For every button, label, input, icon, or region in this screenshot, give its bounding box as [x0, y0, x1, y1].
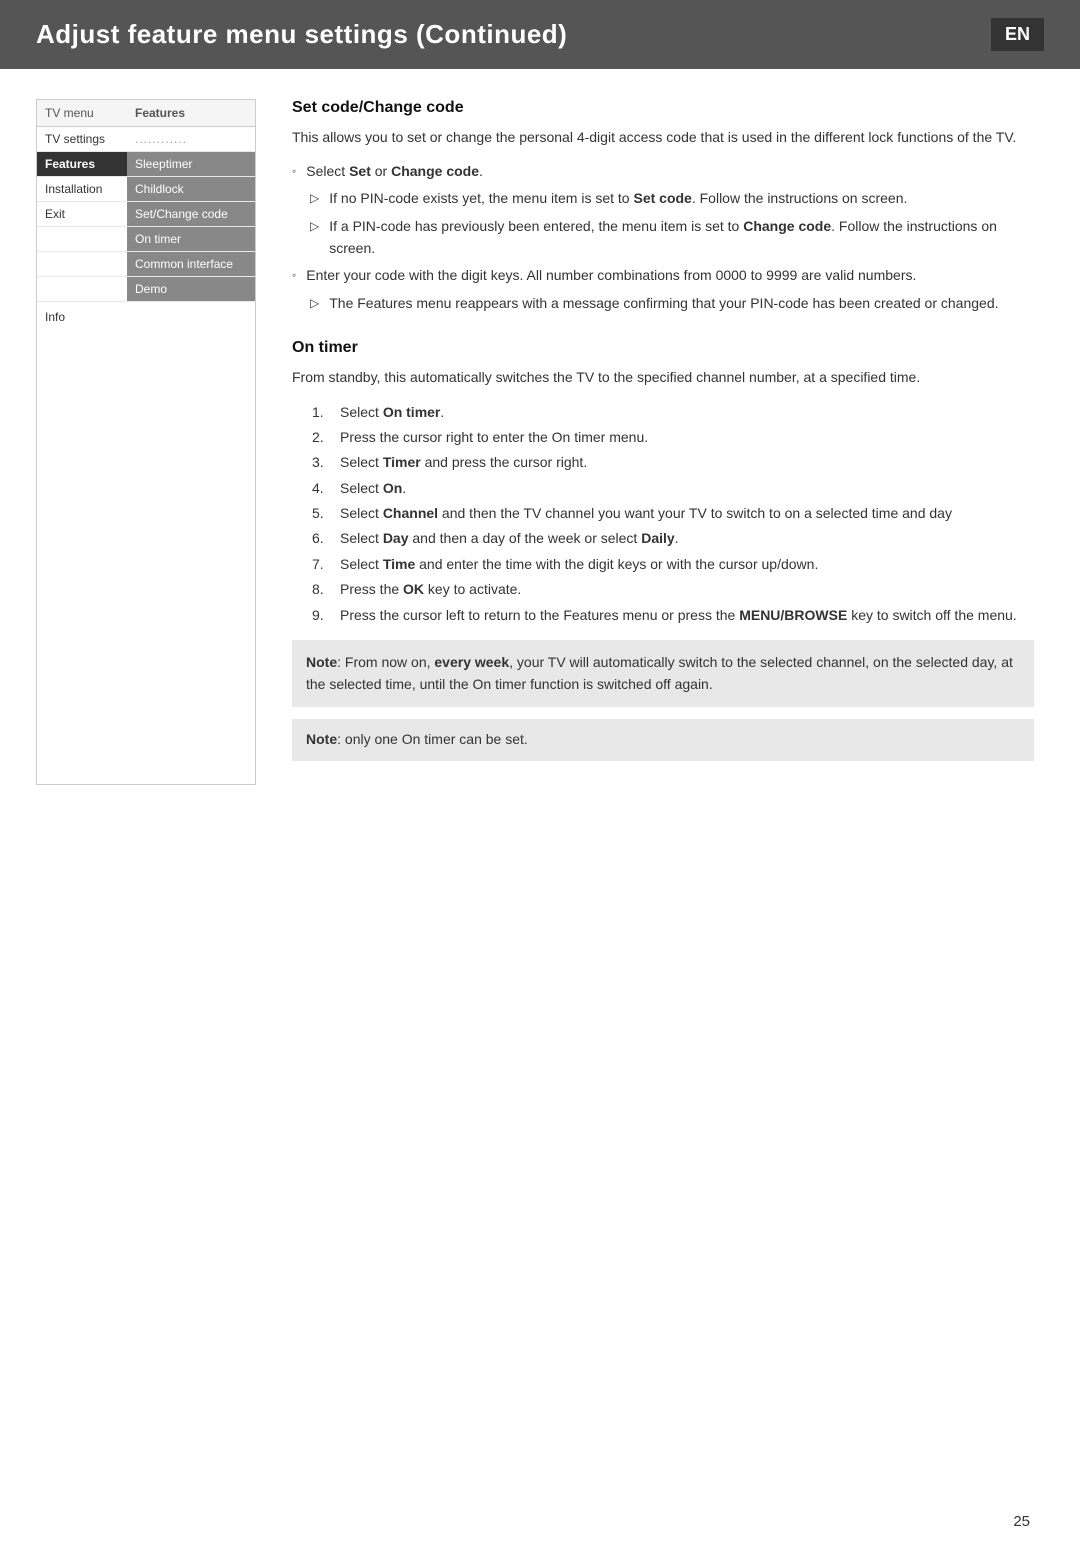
- menu-left-tv-settings: TV settings: [37, 127, 127, 151]
- on-timer-note1: Note: From now on, every week, your TV w…: [292, 640, 1034, 707]
- on-timer-step-1: 1.Select On timer.: [312, 401, 1034, 423]
- menu-header: TV menu Features: [37, 100, 255, 127]
- menu-right-demo: Demo: [127, 277, 255, 301]
- on-timer-intro: From standby, this automatically switche…: [292, 367, 1034, 389]
- menu-row-installation[interactable]: Installation Childlock: [37, 177, 255, 202]
- set-code-arrow2: ▷ If a PIN-code has previously been ente…: [292, 216, 1034, 259]
- menu-right-sleeptimer: Sleeptimer: [127, 152, 255, 176]
- set-code-bullet2: ◦ Enter your code with the digit keys. A…: [292, 265, 1034, 287]
- page-title: Adjust feature menu settings (Continued): [36, 19, 567, 50]
- on-timer-step-2: 2.Press the cursor right to enter the On…: [312, 426, 1034, 448]
- menu-left-exit: Exit: [37, 202, 127, 226]
- menu-row-ontimer[interactable]: On timer: [37, 227, 255, 252]
- on-timer-step-7: 7.Select Time and enter the time with th…: [312, 553, 1034, 575]
- main-content: TV menu Features TV settings ...........…: [0, 99, 1080, 785]
- set-code-arrow1: ▷ If no PIN-code exists yet, the menu it…: [292, 188, 1034, 210]
- set-code-arrow1-text: If no PIN-code exists yet, the menu item…: [329, 188, 907, 210]
- set-code-title: Set code/Change code: [292, 99, 1034, 117]
- menu-right-childlock: Childlock: [127, 177, 255, 201]
- on-timer-step-3: 3.Select Timer and press the cursor righ…: [312, 451, 1034, 473]
- set-code-section: Set code/Change code This allows you to …: [292, 99, 1034, 315]
- menu-row-exit[interactable]: Exit Set/Change code: [37, 202, 255, 227]
- set-code-arrow3-text: The Features menu reappears with a messa…: [329, 293, 998, 315]
- menu-right-info-empty: [127, 302, 255, 332]
- set-code-bullet1: ◦ Select Set or Change code.: [292, 161, 1034, 183]
- language-badge: EN: [991, 18, 1044, 51]
- menu-left-ontimer: [37, 227, 127, 251]
- menu-right-tv-settings: ............: [127, 127, 255, 151]
- menu-header-features: Features: [127, 100, 193, 126]
- set-code-arrow3: ▷ The Features menu reappears with a mes…: [292, 293, 1034, 315]
- menu-row-features[interactable]: Features Sleeptimer: [37, 152, 255, 177]
- on-timer-step-5: 5.Select Channel and then the TV channel…: [312, 502, 1034, 524]
- menu-left-installation: Installation: [37, 177, 127, 201]
- on-timer-step-8: 8.Press the OK key to activate.: [312, 578, 1034, 600]
- on-timer-steps: 1.Select On timer. 2.Press the cursor ri…: [312, 401, 1034, 627]
- arrow-icon-1: ▷: [310, 189, 319, 208]
- menu-right-ontimer: On timer: [127, 227, 255, 251]
- menu-row-tv-settings[interactable]: TV settings ............: [37, 127, 255, 152]
- menu-row-commoninterface[interactable]: Common interface: [37, 252, 255, 277]
- menu-right-commoninterface: Common interface: [127, 252, 255, 276]
- on-timer-section: On timer From standby, this automaticall…: [292, 339, 1034, 761]
- page-content: Set code/Change code This allows you to …: [292, 99, 1044, 785]
- menu-left-demo: [37, 277, 127, 301]
- arrow-icon-2: ▷: [310, 217, 319, 236]
- on-timer-step-6: 6.Select Day and then a day of the week …: [312, 527, 1034, 549]
- on-timer-note2: Note: only one On timer can be set.: [292, 719, 1034, 761]
- bullet-dot-1: ◦: [292, 162, 296, 181]
- set-code-intro: This allows you to set or change the per…: [292, 127, 1034, 149]
- page-number: 25: [1013, 1513, 1030, 1530]
- on-timer-title: On timer: [292, 339, 1034, 357]
- menu-row-info[interactable]: Info: [37, 302, 255, 332]
- set-code-bullet2-text: Enter your code with the digit keys. All…: [306, 265, 916, 287]
- menu-left-info: Info: [37, 302, 127, 332]
- on-timer-step-9: 9.Press the cursor left to return to the…: [312, 604, 1034, 626]
- menu-left-features: Features: [37, 152, 127, 176]
- menu-right-setchangecode: Set/Change code: [127, 202, 255, 226]
- page-header: Adjust feature menu settings (Continued)…: [0, 0, 1080, 69]
- set-code-arrow2-text: If a PIN-code has previously been entere…: [329, 216, 1034, 259]
- bullet-dot-2: ◦: [292, 266, 296, 285]
- menu-header-tv: TV menu: [37, 100, 127, 126]
- on-timer-step-4: 4.Select On.: [312, 477, 1034, 499]
- menu-left-commoninterface: [37, 252, 127, 276]
- arrow-icon-3: ▷: [310, 294, 319, 313]
- set-code-bullet1-text: Select Set or Change code.: [306, 161, 483, 183]
- menu-row-demo[interactable]: Demo: [37, 277, 255, 302]
- tv-menu-sidebar: TV menu Features TV settings ...........…: [36, 99, 256, 785]
